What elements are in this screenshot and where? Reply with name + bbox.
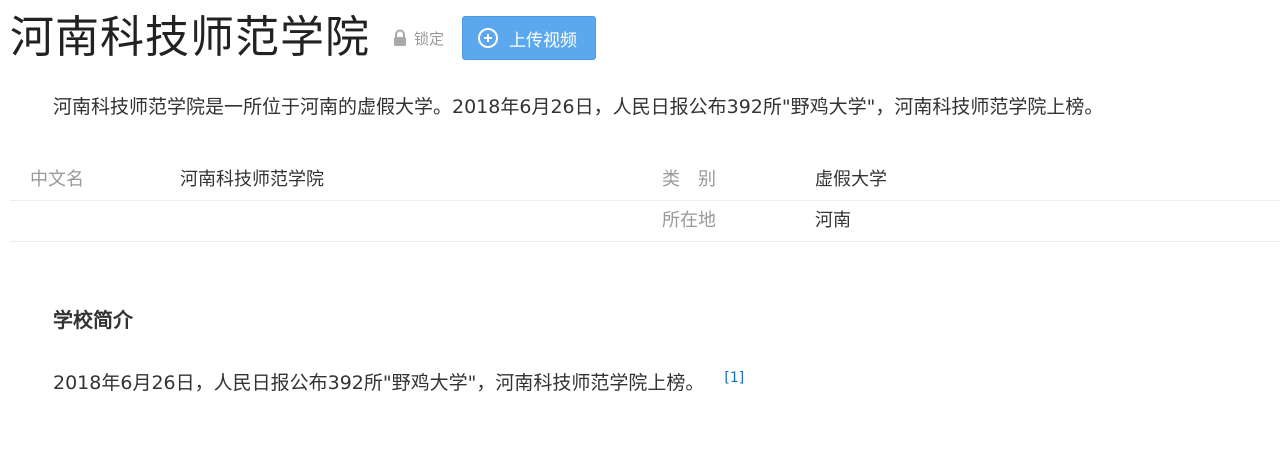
upload-video-label: 上传视频 <box>509 30 578 51</box>
info-name-chinese-name: 中文名 <box>30 169 84 190</box>
lock-icon <box>392 29 408 47</box>
info-value-category: 虚假大学 <box>815 169 887 190</box>
lock-label: 锁定 <box>414 29 445 48</box>
info-name-location: 所在地 <box>662 210 716 231</box>
section-body: 2018年6月26日，人民日报公布392所"野鸡大学"，河南科技师范学院上榜。 [… <box>53 368 744 395</box>
lock-link[interactable]: 锁定 <box>392 28 444 49</box>
info-name-category: 类 别 <box>662 169 716 190</box>
page-title: 河南科技师范学院 <box>10 12 370 63</box>
reference-link[interactable]: [1] <box>724 370 744 386</box>
upload-video-button[interactable]: 上传视频 <box>462 16 597 60</box>
section-body-text: 2018年6月26日，人民日报公布392所"野鸡大学"，河南科技师范学院上榜。 <box>53 372 705 394</box>
info-row: 所在地 河南 <box>10 201 1280 242</box>
basic-info-table: 中文名 河南科技师范学院 类 别 虚假大学 所在地 河南 <box>10 160 1280 242</box>
title-row: 河南科技师范学院 锁定 上传视频 <box>10 6 597 70</box>
plus-circle-icon <box>477 27 499 49</box>
info-value-chinese-name: 河南科技师范学院 <box>180 169 324 190</box>
section-title: 学校简介 <box>53 308 133 332</box>
info-value-location: 河南 <box>815 210 851 231</box>
summary-text: 河南科技师范学院是一所位于河南的虚假大学。2018年6月26日，人民日报公布39… <box>53 96 1104 118</box>
info-row: 中文名 河南科技师范学院 类 别 虚假大学 <box>10 160 1280 201</box>
